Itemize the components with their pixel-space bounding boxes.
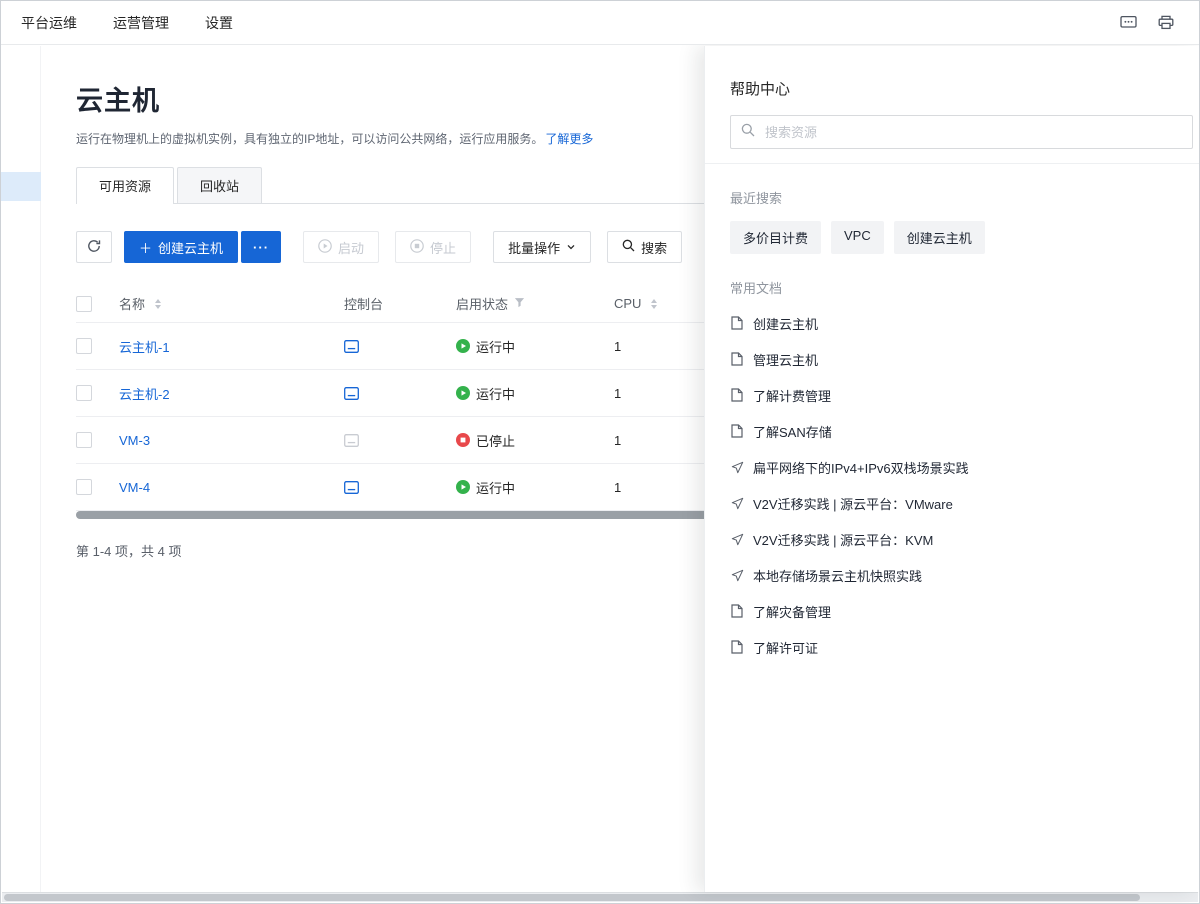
status-text: 已停止 (476, 431, 515, 450)
col-header-name: 名称 (119, 294, 145, 313)
doc-link[interactable]: 本地存储场景云主机快照实践 (730, 557, 1199, 593)
recent-tag[interactable]: VPC (831, 221, 884, 254)
printer-icon[interactable] (1153, 10, 1179, 36)
refresh-icon (87, 239, 101, 256)
vm-name-link[interactable]: 云主机-1 (119, 337, 170, 356)
vm-name-link[interactable]: 云主机-2 (119, 384, 170, 403)
recent-search-title: 最近搜索 (730, 188, 1199, 207)
app-window: 平台运维 运营管理 设置 云主机 运行在物理机上的虚拟机实例，具有独立的IP地址… (0, 0, 1200, 904)
topnav-platform-ops[interactable]: 平台运维 (21, 13, 77, 33)
console-icon[interactable] (344, 340, 359, 353)
help-center-title: 帮助中心 (730, 78, 1199, 99)
play-circle-icon (318, 239, 332, 256)
document-icon (730, 316, 744, 330)
select-all-checkbox[interactable] (76, 296, 92, 312)
status-running-icon (456, 339, 470, 353)
cpu-value: 1 (614, 480, 621, 495)
row-checkbox[interactable] (76, 479, 92, 495)
help-search-box (730, 115, 1193, 149)
sort-name-icon[interactable] (155, 299, 161, 309)
status-text: 运行中 (476, 337, 515, 356)
cpu-value: 1 (614, 339, 621, 354)
paper-plane-icon (730, 461, 744, 474)
topnav-settings[interactable]: 设置 (205, 13, 233, 33)
help-search-input[interactable] (763, 124, 1182, 141)
console-monitor-icon[interactable] (1115, 10, 1141, 36)
paper-plane-icon (730, 569, 744, 582)
col-header-cpu: CPU (614, 296, 641, 311)
search-icon (741, 123, 755, 142)
stop-button[interactable]: 停止 (395, 231, 471, 263)
doc-link[interactable]: 了解灾备管理 (730, 593, 1199, 629)
learn-more-link[interactable]: 了解更多 (545, 132, 593, 146)
refresh-button[interactable] (76, 231, 112, 263)
batch-actions-button[interactable]: 批量操作 (493, 231, 591, 263)
doc-link[interactable]: V2V迁移实践 | 源云平台：KVM (730, 521, 1199, 557)
page-horizontal-scrollbar (2, 892, 1198, 902)
vm-name-link[interactable]: VM-4 (119, 480, 150, 495)
recent-search-tags: 多价目计费 VPC 创建云主机 (730, 221, 1199, 254)
row-checkbox[interactable] (76, 385, 92, 401)
doc-link[interactable]: 创建云主机 (730, 305, 1199, 341)
console-icon[interactable] (344, 481, 359, 494)
chevron-down-icon (566, 240, 576, 255)
help-center-drawer: 帮助中心 最近搜索 多价目计费 VPC 创建云主机 常用文档 创建云主机 管理云… (704, 46, 1199, 892)
doc-link[interactable]: 了解计费管理 (730, 377, 1199, 413)
stop-circle-icon (410, 239, 424, 256)
search-button[interactable]: 搜索 (607, 231, 682, 263)
document-icon (730, 424, 744, 438)
status-running-icon (456, 480, 470, 494)
more-actions-button[interactable]: ··· (241, 231, 281, 263)
doc-link[interactable]: 管理云主机 (730, 341, 1199, 377)
tab-recycle-bin[interactable]: 回收站 (177, 167, 262, 203)
page-description-text: 运行在物理机上的虚拟机实例，具有独立的IP地址，可以访问公共网络，运行应用服务。 (76, 132, 543, 146)
document-icon (730, 604, 744, 618)
status-text: 运行中 (476, 478, 515, 497)
paper-plane-icon (730, 533, 744, 546)
doc-link[interactable]: 扁平网络下的IPv4+IPv6双栈场景实践 (730, 449, 1199, 485)
status-stopped-icon (456, 433, 470, 447)
recent-tag[interactable]: 创建云主机 (894, 221, 985, 254)
status-text: 运行中 (476, 384, 515, 403)
row-checkbox[interactable] (76, 432, 92, 448)
console-icon[interactable] (344, 387, 359, 400)
cpu-value: 1 (614, 433, 621, 448)
doc-link[interactable]: 了解许可证 (730, 629, 1199, 665)
console-icon-disabled (344, 434, 359, 447)
start-button[interactable]: 启动 (303, 231, 379, 263)
status-running-icon (456, 386, 470, 400)
page-scrollbar-thumb[interactable] (4, 894, 1140, 901)
doc-list: 创建云主机 管理云主机 了解计费管理 了解SAN存储 扁平网络下的IPv4+IP… (730, 305, 1199, 665)
left-rail-active-item[interactable] (1, 172, 41, 201)
document-icon (730, 640, 744, 654)
paper-plane-icon (730, 497, 744, 510)
col-header-console: 控制台 (344, 294, 383, 313)
tab-available-resources[interactable]: 可用资源 (76, 167, 174, 204)
col-header-status: 启用状态 (456, 294, 508, 313)
row-checkbox[interactable] (76, 338, 92, 354)
vm-name-link[interactable]: VM-3 (119, 433, 150, 448)
document-icon (730, 352, 744, 366)
plus-icon: ＋ (139, 238, 152, 257)
filter-funnel-icon[interactable] (514, 296, 525, 311)
document-icon (730, 388, 744, 402)
common-docs-title: 常用文档 (730, 278, 1199, 297)
create-vm-button[interactable]: ＋创建云主机 (124, 231, 238, 263)
recent-tag[interactable]: 多价目计费 (730, 221, 821, 254)
sort-cpu-icon[interactable] (651, 299, 657, 309)
cpu-value: 1 (614, 386, 621, 401)
drawer-divider (705, 163, 1199, 164)
doc-link[interactable]: V2V迁移实践 | 源云平台：VMware (730, 485, 1199, 521)
topnav-operation-mgmt[interactable]: 运营管理 (113, 13, 169, 33)
left-rail (1, 46, 41, 892)
topbar: 平台运维 运营管理 设置 (1, 1, 1199, 45)
doc-link[interactable]: 了解SAN存储 (730, 413, 1199, 449)
search-icon (622, 239, 635, 255)
